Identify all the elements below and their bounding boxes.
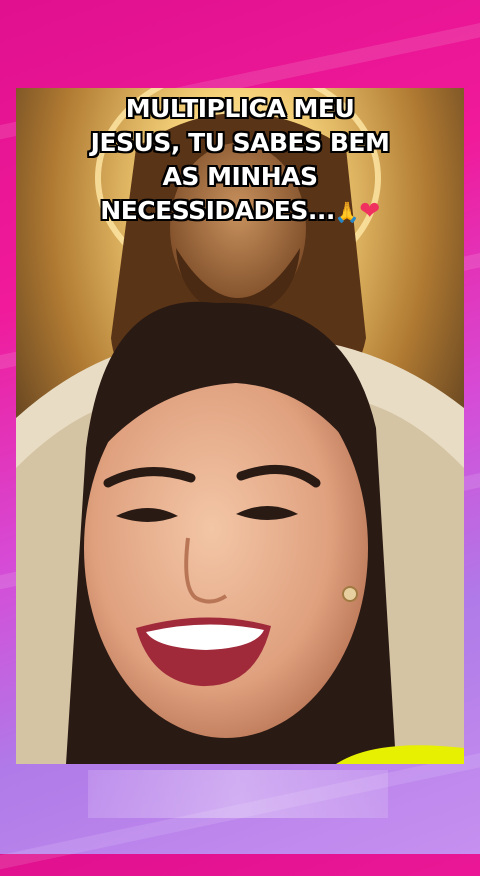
bottom-highlight-bar — [88, 770, 388, 818]
praying-hands-icon: 🙏 — [334, 200, 360, 224]
caption-line: MULTIPLICA MEU — [125, 94, 355, 123]
caption-line: AS MINHAS — [162, 162, 318, 191]
heart-icon: ❤ — [359, 196, 380, 225]
caption-line-last: NECESSIDADES...🙏❤ — [16, 194, 464, 229]
earring — [342, 586, 358, 602]
caption-line-text: NECESSIDADES... — [100, 196, 335, 225]
caption-overlay: MULTIPLICA MEU JESUS, TU SABES BEM AS MI… — [16, 92, 464, 229]
caption-line: JESUS, TU SABES BEM — [90, 128, 390, 157]
